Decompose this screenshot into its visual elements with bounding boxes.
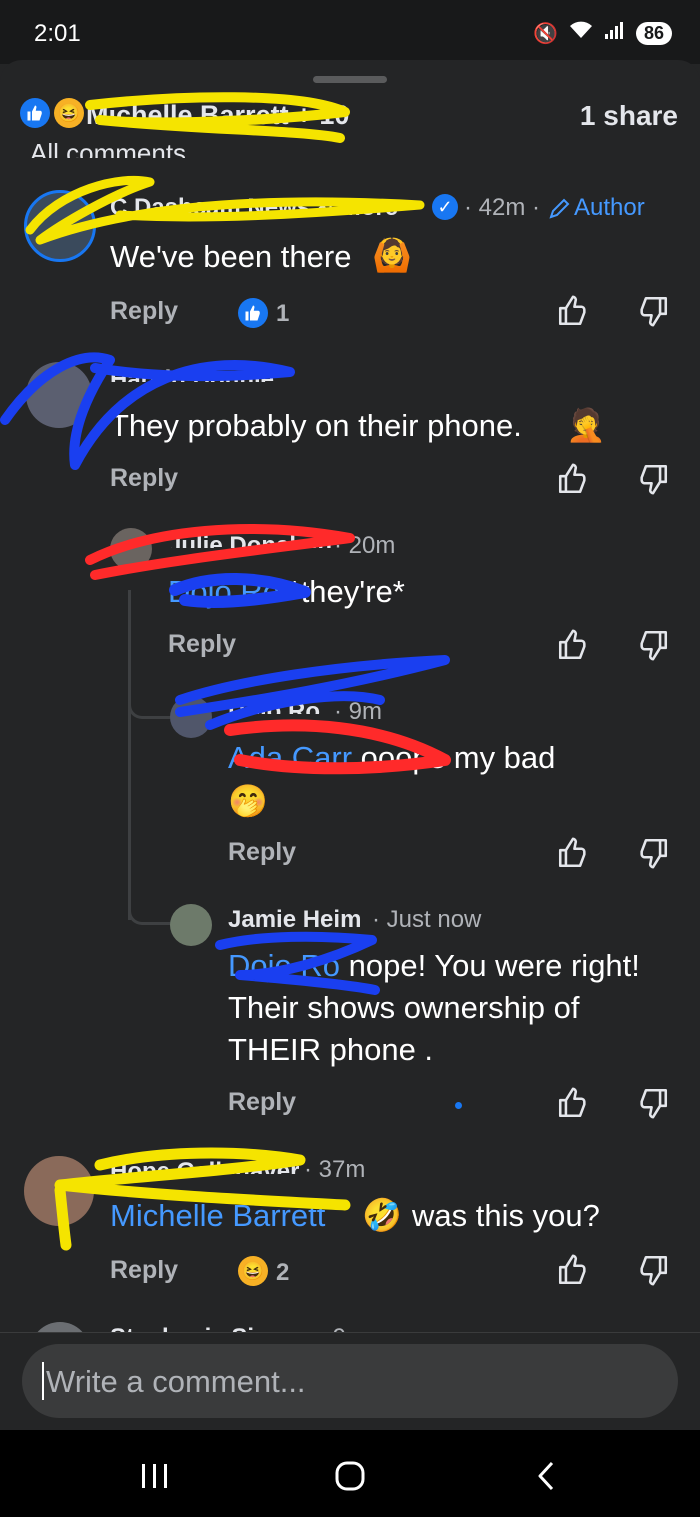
upvote-icon[interactable] bbox=[556, 294, 590, 333]
sending-indicator-icon bbox=[455, 1102, 462, 1109]
comment-input[interactable] bbox=[44, 1344, 648, 1420]
downvote-icon[interactable] bbox=[636, 462, 670, 501]
comment-text: *they're* bbox=[288, 574, 405, 609]
comment-field[interactable] bbox=[22, 1344, 678, 1420]
downvote-icon[interactable] bbox=[636, 836, 670, 875]
downvote-icon[interactable] bbox=[636, 628, 670, 667]
comment-text: They probably on their phone. bbox=[110, 408, 522, 443]
comment-body: Ada Carr ooops my bad bbox=[228, 737, 555, 779]
comment-time: · 9m bbox=[334, 698, 382, 725]
rolling-laughing-icon: 🤣 bbox=[362, 1197, 402, 1233]
comment-body: Dojo Ro *they're* bbox=[168, 571, 405, 613]
reply-button[interactable]: Reply bbox=[228, 838, 296, 867]
home-icon[interactable] bbox=[334, 1460, 366, 1497]
commenter-name[interactable]: Hope Gallsgaver bbox=[110, 1158, 299, 1174]
drag-handle[interactable] bbox=[313, 76, 387, 83]
downvote-icon[interactable] bbox=[636, 294, 670, 333]
pencil-icon bbox=[548, 196, 572, 225]
avatar[interactable] bbox=[170, 696, 212, 738]
back-icon[interactable] bbox=[532, 1460, 560, 1497]
commenter-name[interactable]: Jamie Heim bbox=[228, 906, 361, 934]
mention[interactable]: Ada Carr bbox=[228, 740, 352, 775]
comment-text: We've been there bbox=[110, 239, 352, 274]
comment-body: Dojo Ro nope! You were right! Their show… bbox=[228, 945, 678, 1071]
avatar[interactable] bbox=[24, 190, 96, 262]
avatar[interactable] bbox=[110, 528, 152, 570]
avatar[interactable] bbox=[24, 1156, 94, 1226]
mention[interactable]: Dojo Ro bbox=[228, 948, 340, 983]
haha-reaction-icon: 😆 bbox=[238, 1256, 268, 1286]
commenter-name[interactable]: Dojo Ro bbox=[228, 698, 320, 714]
comment-time: · 20m bbox=[334, 532, 396, 559]
comment-time: · 42m · bbox=[464, 194, 541, 221]
status-icons: 🔇 86 bbox=[533, 18, 672, 48]
face-hand-over-mouth-icon: 🤭 bbox=[228, 783, 268, 819]
commenter-name[interactable]: C Dashcam News & More bbox=[110, 194, 398, 222]
thread-line bbox=[128, 590, 131, 920]
avatar[interactable] bbox=[170, 904, 212, 946]
commenter-name[interactable]: Julie Donahan bbox=[168, 532, 332, 548]
comment-text: ooops my bad bbox=[360, 740, 556, 775]
upvote-icon[interactable] bbox=[556, 1253, 590, 1292]
upvote-icon[interactable] bbox=[556, 836, 590, 875]
reply-button[interactable]: Reply bbox=[110, 297, 178, 326]
upvote-icon[interactable] bbox=[556, 628, 590, 667]
all-comments-filter[interactable]: All comments bbox=[30, 138, 186, 158]
man-gesturing-icon: 🙆 bbox=[372, 237, 412, 273]
status-time: 2:01 bbox=[34, 20, 81, 47]
comment-body: Michelle Barrett bbox=[110, 1195, 325, 1237]
mention[interactable]: Dojo Ro bbox=[168, 574, 280, 609]
reply-button[interactable]: Reply bbox=[228, 1088, 296, 1117]
share-count[interactable]: 1 share bbox=[580, 100, 678, 132]
wifi-icon bbox=[568, 20, 594, 46]
reply-button[interactable]: Reply bbox=[168, 630, 236, 659]
like-reaction-icon bbox=[20, 98, 50, 128]
recent-apps-icon[interactable] bbox=[140, 1460, 170, 1497]
downvote-icon[interactable] bbox=[636, 1086, 670, 1125]
reaction-count: 1 bbox=[276, 300, 290, 327]
battery-icon: 86 bbox=[635, 21, 672, 45]
comment-time: · 37m bbox=[304, 1156, 366, 1183]
reaction-count: 2 bbox=[276, 1259, 290, 1286]
commenter-name[interactable]: Harold Bonnie bbox=[110, 366, 274, 382]
downvote-icon[interactable] bbox=[636, 1253, 670, 1292]
author-badge: Author bbox=[574, 194, 645, 221]
comment-text: was this you? bbox=[412, 1198, 600, 1233]
mention[interactable]: Michelle Barrett bbox=[110, 1198, 325, 1233]
reply-button[interactable]: Reply bbox=[110, 464, 178, 493]
text-caret bbox=[42, 1362, 44, 1400]
thread-connector bbox=[128, 896, 171, 925]
avatar[interactable] bbox=[26, 362, 92, 428]
thread-connector bbox=[128, 690, 171, 719]
upvote-icon[interactable] bbox=[556, 462, 590, 501]
reaction-summary[interactable]: Michelle Barrett + 10 bbox=[86, 100, 349, 131]
reply-button[interactable]: Reply bbox=[110, 1256, 178, 1285]
comment-time: · Just now bbox=[372, 906, 482, 933]
haha-reaction-icon: 😆 bbox=[54, 98, 84, 128]
verified-badge-icon: ✓ bbox=[432, 194, 458, 220]
like-reaction-icon bbox=[238, 298, 268, 328]
signal-icon bbox=[604, 20, 626, 46]
reaction-icons[interactable]: 😆 bbox=[20, 98, 84, 128]
upvote-icon[interactable] bbox=[556, 1086, 590, 1125]
mute-icon: 🔇 bbox=[533, 22, 558, 45]
face-palm-icon: 🤦 bbox=[566, 407, 606, 443]
